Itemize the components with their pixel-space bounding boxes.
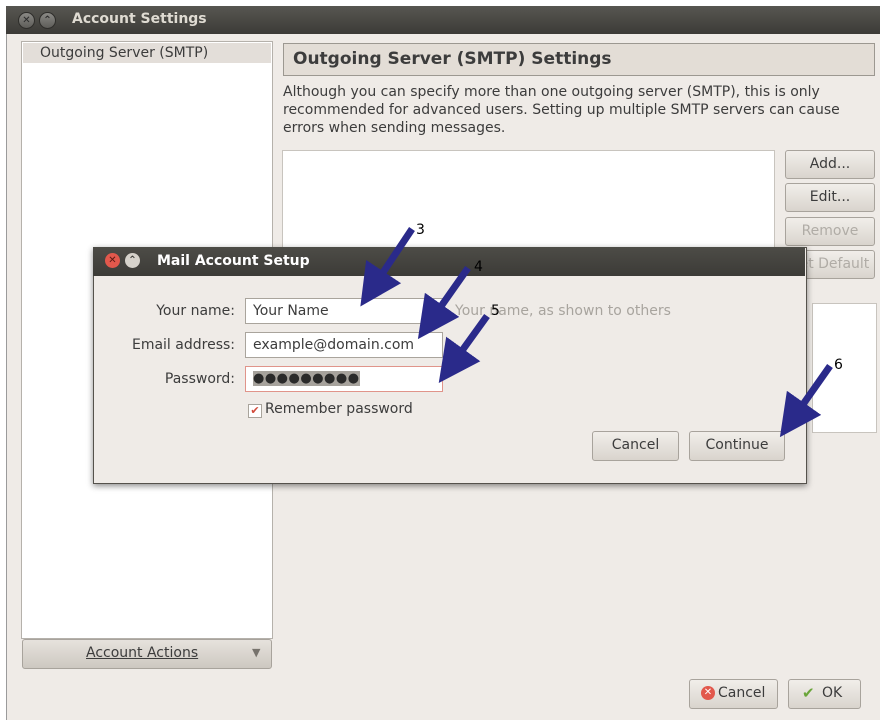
arrow-4 [417,265,471,340]
annotation-6: 6 [834,357,843,373]
arrow-5 [438,313,490,384]
annotation-4: 4 [474,259,483,275]
annotation-arrows [360,227,833,438]
annotation-5: 5 [491,303,500,319]
arrow-6 [779,363,833,438]
annotation-3: 3 [416,222,425,238]
arrow-3 [360,227,415,307]
